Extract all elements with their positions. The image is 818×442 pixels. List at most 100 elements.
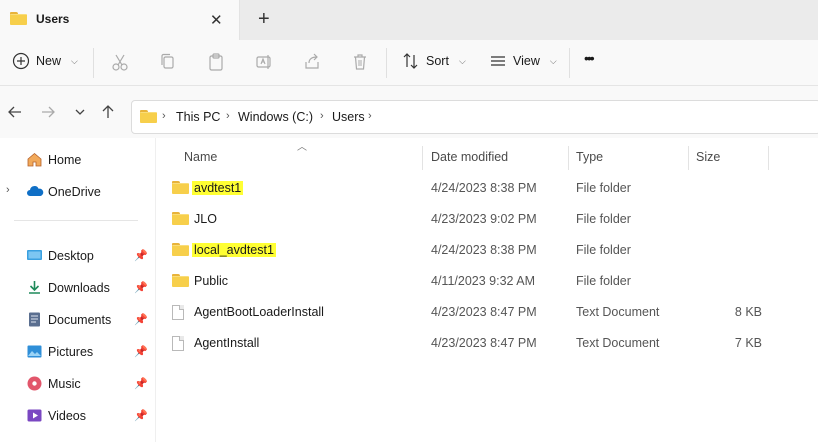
file-name[interactable]: local_avdtest1 xyxy=(192,243,276,257)
file-row[interactable]: local_avdtest1 4/24/2023 8:38 PM File fold… xyxy=(156,236,818,266)
divider xyxy=(14,220,138,221)
file-row[interactable]: AgentInstall 4/23/2023 8:47 PM Text Docume… xyxy=(156,329,818,359)
folder-icon xyxy=(10,12,27,25)
file-row[interactable]: avdtest1 4/24/2023 8:38 PM File folder xyxy=(156,174,818,204)
new-tab-button[interactable]: + xyxy=(258,8,270,31)
pin-icon[interactable]: 📌 xyxy=(134,249,148,262)
sidebar-item-documents[interactable]: Documents 📌 xyxy=(0,306,150,334)
pin-icon[interactable]: 📌 xyxy=(134,313,148,326)
folder-icon xyxy=(172,243,189,256)
sidebar-item-label: Pictures xyxy=(48,345,94,359)
sidebar-item-label: Music xyxy=(48,377,81,391)
file-list: ︿ Name Date modified Type Size avdtest1 4… xyxy=(155,138,818,442)
column-header-type[interactable]: Type xyxy=(576,150,603,164)
sidebar-item-music[interactable]: Music 📌 xyxy=(0,370,150,398)
sidebar-item-label: Documents xyxy=(48,313,112,327)
tab-users[interactable]: Users ✕ xyxy=(0,0,240,40)
file-date-modified: 4/11/2023 9:32 AM xyxy=(431,274,536,288)
file-name[interactable]: JLO xyxy=(192,212,219,226)
up-arrow-icon[interactable] xyxy=(98,102,118,122)
file-name[interactable]: avdtest1 xyxy=(192,181,244,195)
sidebar-item-videos[interactable]: Videos 📌 xyxy=(0,402,150,430)
column-header-name[interactable]: Name xyxy=(184,150,217,164)
file-type: File folder xyxy=(576,274,631,288)
home-icon xyxy=(27,152,42,167)
videos-icon xyxy=(27,409,42,422)
folder-icon xyxy=(172,212,189,225)
expand-chevron-icon[interactable]: › xyxy=(6,184,10,196)
file-date-modified: 4/23/2023 9:02 PM xyxy=(431,212,537,226)
sidebar-item-desktop[interactable]: Desktop 📌 xyxy=(0,242,150,270)
breadcrumb-this-pc[interactable]: This PC xyxy=(176,110,220,124)
file-size: 8 KB xyxy=(734,305,762,319)
divider xyxy=(386,48,387,78)
cut-icon[interactable] xyxy=(110,52,130,72)
recent-locations-icon[interactable] xyxy=(70,102,90,122)
column-header-size[interactable]: Size xyxy=(696,150,720,164)
new-label: New xyxy=(36,54,62,68)
file-row[interactable]: Public 4/11/2023 9:32 AM File folder xyxy=(156,267,818,297)
breadcrumb-windows-c[interactable]: Windows (C:) xyxy=(238,110,313,124)
forward-arrow-icon[interactable] xyxy=(38,102,58,122)
close-tab-icon[interactable]: ✕ xyxy=(210,11,223,29)
sort-ascending-icon: ︿ xyxy=(297,142,307,153)
paste-icon[interactable] xyxy=(206,52,226,72)
copy-icon[interactable] xyxy=(158,52,178,72)
more-options-button[interactable]: ••• xyxy=(584,50,595,66)
folder-icon xyxy=(172,181,189,194)
file-name[interactable]: AgentBootLoaderInstall xyxy=(192,305,326,319)
cloud-icon xyxy=(27,186,44,196)
pin-icon[interactable]: 📌 xyxy=(134,409,148,422)
pictures-icon xyxy=(27,345,42,358)
divider xyxy=(93,48,94,78)
pin-icon[interactable]: 📌 xyxy=(134,345,148,358)
file-type: File folder xyxy=(576,181,631,195)
navigation-pane: Home › OneDrive Desktop 📌 Downloads 📌 Do… xyxy=(0,138,150,442)
file-date-modified: 4/23/2023 8:47 PM xyxy=(431,305,537,319)
sidebar-item-label: Downloads xyxy=(48,281,110,295)
text-file-icon xyxy=(172,336,184,351)
column-divider[interactable] xyxy=(568,146,569,170)
plus-circle-icon xyxy=(12,52,30,70)
file-name[interactable]: Public xyxy=(192,274,230,288)
file-date-modified: 4/24/2023 8:38 PM xyxy=(431,243,537,257)
breadcrumb-users[interactable]: Users xyxy=(332,110,365,124)
new-button[interactable]: New ⌵ xyxy=(12,52,78,70)
share-icon[interactable] xyxy=(302,52,322,72)
sort-label: Sort xyxy=(426,54,449,68)
column-divider[interactable] xyxy=(422,146,423,170)
sidebar-item-onedrive[interactable]: › OneDrive xyxy=(0,178,150,206)
file-date-modified: 4/24/2023 8:38 PM xyxy=(431,181,537,195)
file-row[interactable]: JLO 4/23/2023 9:02 PM File folder xyxy=(156,205,818,235)
sort-button[interactable]: Sort ⌵ xyxy=(402,52,466,70)
column-divider[interactable] xyxy=(768,146,769,170)
view-button[interactable]: View ⌵ xyxy=(489,52,557,70)
file-row[interactable]: AgentBootLoaderInstall 4/23/2023 8:47 PM T… xyxy=(156,298,818,328)
pin-icon[interactable]: 📌 xyxy=(134,377,148,390)
delete-icon[interactable] xyxy=(350,52,370,72)
file-type: Text Document xyxy=(576,305,660,319)
address-bar[interactable]: › This PC › Windows (C:) › Users › xyxy=(131,100,818,134)
music-icon xyxy=(27,376,42,391)
chevron-right-icon: › xyxy=(368,110,372,122)
sidebar-item-home[interactable]: Home xyxy=(0,146,150,174)
file-type: File folder xyxy=(576,212,631,226)
chevron-down-icon: ⌵ xyxy=(71,55,78,66)
file-size: 7 KB xyxy=(734,336,762,350)
pin-icon[interactable]: 📌 xyxy=(134,281,148,294)
column-header-date[interactable]: Date modified xyxy=(431,150,508,164)
documents-icon xyxy=(29,312,40,327)
rename-icon[interactable] xyxy=(254,52,274,72)
sort-icon xyxy=(403,53,418,69)
file-type: Text Document xyxy=(576,336,660,350)
view-label: View xyxy=(513,54,540,68)
chevron-right-icon: › xyxy=(226,110,230,122)
sidebar-item-downloads[interactable]: Downloads 📌 xyxy=(0,274,150,302)
back-arrow-icon[interactable] xyxy=(5,102,25,122)
file-name[interactable]: AgentInstall xyxy=(192,336,261,350)
view-icon xyxy=(491,56,505,66)
sidebar-item-pictures[interactable]: Pictures 📌 xyxy=(0,338,150,366)
command-bar: New ⌵ Sort ⌵ View ⌵ ••• xyxy=(0,40,818,86)
sidebar-item-label: Desktop xyxy=(48,249,94,263)
column-divider[interactable] xyxy=(688,146,689,170)
